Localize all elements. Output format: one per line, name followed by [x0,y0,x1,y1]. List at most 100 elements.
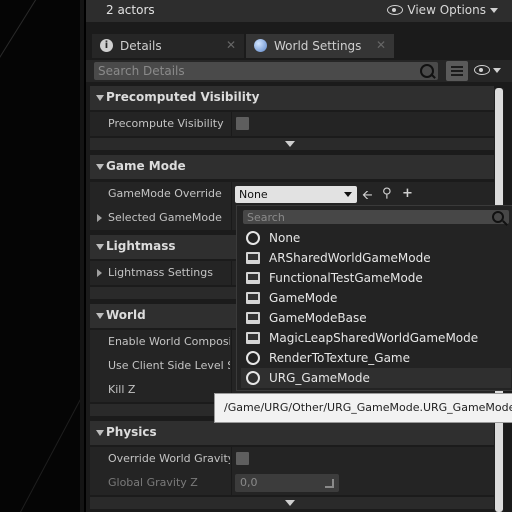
chevron-down-icon [493,67,501,73]
tab-label: World Settings [274,39,362,53]
view-options-button[interactable]: View Options [387,3,498,17]
section-title: Physics [106,425,157,439]
column-divider [231,206,232,230]
item-label: MagicLeapSharedWorldGameMode [269,331,479,345]
tooltip-text: /Game/URG/Other/URG_GameMode.URG_GameMod… [224,401,512,414]
search-details-box [94,62,438,80]
expand-arrow-icon [96,313,104,319]
eye-icon [474,65,490,75]
expand-arrow-icon [96,430,104,436]
actors-bar: 2 actors View Options [86,0,512,22]
item-label: ARSharedWorldGameMode [269,251,431,265]
chevron-down-icon [285,141,295,147]
property-label: Kill Z [108,383,136,396]
close-icon[interactable]: ✕ [376,38,386,52]
dropdown-item[interactable]: MagicLeapSharedWorldGameMode [241,328,511,348]
actors-count: 2 actors [106,3,155,17]
column-divider [231,182,232,206]
browse-search-icon[interactable]: ⚲ [382,186,392,201]
dropdown-item[interactable]: GameMode [241,288,511,308]
property-label: Override World Gravity [108,452,230,465]
column-divider [231,330,232,354]
blueprint-icon [246,272,260,284]
section-game-mode[interactable]: Game Mode [90,155,494,179]
item-label: URG_GameMode [269,371,370,385]
details-search-row [86,60,512,82]
column-divider [231,112,232,136]
resize-grip-icon [325,479,334,488]
search-icon[interactable] [492,211,504,223]
close-icon[interactable]: ✕ [226,38,236,52]
item-label: GameMode [269,291,338,305]
dropdown-item[interactable]: None [241,228,511,248]
chevron-down-icon [285,500,295,506]
asset-path-tooltip: /Game/URG/Other/URG_GameMode.URG_GameMod… [214,393,512,423]
viewport-background [0,0,84,512]
property-label: Lightmass Settings [108,266,213,279]
add-plus-icon[interactable]: + [402,186,413,201]
property-row: Override World Gravity [90,447,494,471]
property-label: Precompute Visibility [108,117,224,130]
section-title: Lightmass [106,239,176,253]
eye-icon [387,5,404,15]
globe-icon [254,39,267,52]
dropdown-item[interactable]: ARSharedWorldGameMode [241,248,511,268]
global-gravity-z-field[interactable]: 0,0 [235,474,339,492]
column-divider [231,354,232,378]
section-title: Precomputed Visibility [106,90,260,104]
expand-arrow-icon[interactable] [97,214,102,222]
tab-details[interactable]: i Details ✕ [92,34,244,58]
item-label: GameModeBase [269,311,367,325]
property-label: Global Gravity Z [108,476,198,489]
property-row: Precompute Visibility [90,112,494,136]
gamemode-dropdown: None ARSharedWorldGameMode FunctionalTes… [236,205,512,391]
property-label: Enable World Composition [108,335,230,348]
precompute-visibility-checkbox[interactable] [236,117,249,130]
field-value: 0,0 [240,476,258,489]
dropdown-item[interactable]: FunctionalTestGameMode [241,268,511,288]
search-icon[interactable] [420,64,434,78]
property-label: GameMode Override [108,187,222,200]
dropdown-item[interactable]: RenderToTexture_Game [241,348,511,368]
viewport-line [0,0,78,121]
column-divider [231,447,232,471]
section-precomputed-visibility[interactable]: Precomputed Visibility [90,86,494,110]
view-options-label: View Options [407,3,486,17]
item-label: None [269,231,301,245]
circle-icon [246,371,260,385]
info-icon: i [100,39,113,52]
panel-splitter[interactable] [80,0,84,512]
dropdown-item[interactable]: GameModeBase [241,308,511,328]
property-label: Selected GameMode [108,211,222,224]
section-title: World [106,308,146,322]
expand-arrow-icon[interactable] [97,269,102,277]
gamemode-override-combo[interactable]: None [235,186,357,203]
override-world-gravity-checkbox[interactable] [236,452,249,465]
dropdown-search-box [243,210,509,224]
dropdown-item[interactable]: URG_GameMode [241,368,511,388]
property-matrix-button[interactable] [446,61,468,81]
expand-arrow-icon [96,244,104,250]
tab-world-settings[interactable]: World Settings ✕ [246,34,394,58]
item-label: RenderToTexture_Game [269,351,411,365]
advanced-expander[interactable] [90,138,494,150]
column-divider [231,261,232,285]
expand-arrow-icon [96,95,104,101]
section-physics[interactable]: Physics [90,421,494,445]
blueprint-icon [246,292,260,304]
combo-value: None [239,188,268,201]
visibility-options-button[interactable] [474,65,501,75]
blueprint-icon [246,252,260,264]
circle-icon [246,231,260,245]
tab-label: Details [120,39,162,53]
dropdown-search-input[interactable] [247,210,487,224]
section-title: Game Mode [106,159,186,173]
blueprint-icon [246,312,260,324]
column-divider [231,471,232,495]
expand-arrow-icon [96,164,104,170]
chevron-down-icon [490,7,498,13]
search-details-input[interactable] [98,63,408,79]
circle-icon [246,351,260,365]
advanced-expander[interactable] [90,497,494,509]
item-label: FunctionalTestGameMode [269,271,423,285]
